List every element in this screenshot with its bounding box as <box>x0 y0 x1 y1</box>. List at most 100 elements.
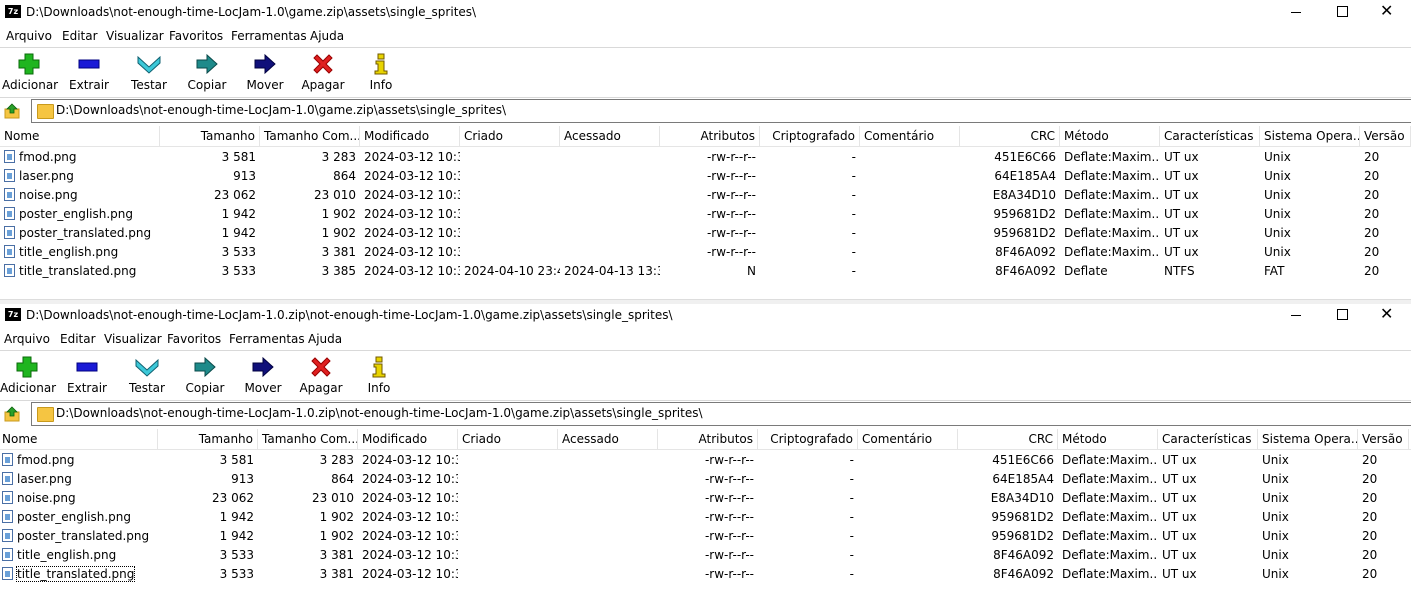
cell-characteristics: UT ux <box>1164 226 1199 240</box>
toolbar-adicionar-button[interactable]: Adicionar <box>0 351 56 399</box>
menu-favoritos[interactable]: Favoritos <box>169 29 223 43</box>
column-header-version[interactable]: Versão <box>1360 126 1411 146</box>
table-row[interactable]: laser.png 913 864 2024-03-12 10:39 -rw-r--r-… <box>0 167 1411 186</box>
menu-favoritos[interactable]: Favoritos <box>167 332 221 346</box>
toolbar-info-button[interactable]: Info <box>350 351 408 399</box>
toolbar-adicionar-button[interactable]: Adicionar <box>0 48 58 96</box>
table-row[interactable]: poster_translated.png 1 942 1 902 2024-03-1… <box>0 527 1411 546</box>
toolbar-extrair-button[interactable]: Extrair <box>58 351 116 399</box>
column-header-size[interactable]: Tamanho <box>158 429 258 449</box>
cell-method: Deflate:Maxim... <box>1062 567 1158 581</box>
column-header-packed[interactable]: Tamanho Com... <box>260 126 360 146</box>
column-header-comment[interactable]: Comentário <box>858 429 958 449</box>
table-row[interactable]: poster_translated.png 1 942 1 902 2024-03-1… <box>0 224 1411 243</box>
toolbar-testar-button[interactable]: Testar <box>118 351 176 399</box>
png-file-icon <box>2 548 13 561</box>
column-header-size[interactable]: Tamanho <box>160 126 260 146</box>
menu-ajuda[interactable]: Ajuda <box>308 332 342 346</box>
table-row[interactable]: noise.png 23 062 23 010 2024-03-12 10:39 -rw… <box>0 489 1411 508</box>
cell-characteristics: UT ux <box>1164 150 1199 164</box>
column-header-accessed[interactable]: Acessado <box>558 429 658 449</box>
toolbar-copiar-button[interactable]: Copiar <box>176 351 234 399</box>
toolbar-extrair-button[interactable]: Extrair <box>60 48 118 96</box>
table-row[interactable]: fmod.png 3 581 3 283 2024-03-12 10:39 -rw-r-… <box>0 148 1411 167</box>
toolbar-info-button[interactable]: Info <box>352 48 410 96</box>
column-header-characteristics[interactable]: Características <box>1160 126 1260 146</box>
column-header-modified[interactable]: Modificado <box>358 429 458 449</box>
menu-ferramentas[interactable]: Ferramentas <box>231 29 307 43</box>
minimize-button[interactable] <box>1273 0 1319 24</box>
menu-visualizar[interactable]: Visualizar <box>104 332 162 346</box>
toolbar-testar-button[interactable]: Testar <box>120 48 178 96</box>
column-header-host_os[interactable]: Sistema Opera... <box>1258 429 1358 449</box>
7zip-app-icon[interactable]: 7z <box>5 308 21 321</box>
address-input[interactable]: D:\Downloads\not-enough-time-LocJam-1.0.… <box>31 402 1411 426</box>
column-header-name[interactable]: Nome <box>0 429 158 449</box>
menu-editar[interactable]: Editar <box>60 332 96 346</box>
cell-modified: 2024-03-12 10:39 <box>362 491 458 505</box>
column-header-created[interactable]: Criado <box>460 126 560 146</box>
minimize-button[interactable] <box>1273 303 1319 327</box>
column-header-modified[interactable]: Modificado <box>360 126 460 146</box>
column-header-attributes[interactable]: Atributos <box>660 126 760 146</box>
folder-up-icon[interactable] <box>4 406 20 422</box>
table-row[interactable]: noise.png 23 062 23 010 2024-03-12 10:39 -rw… <box>0 186 1411 205</box>
cell-version: 20 <box>1362 491 1378 505</box>
column-header-method[interactable]: Método <box>1060 126 1160 146</box>
column-header-comment[interactable]: Comentário <box>860 126 960 146</box>
column-header-crc[interactable]: CRC <box>960 126 1060 146</box>
column-header-version[interactable]: Versão <box>1358 429 1409 449</box>
plus-icon <box>17 52 41 76</box>
cell-method: Deflate <box>1064 264 1108 278</box>
column-header-created[interactable]: Criado <box>458 429 558 449</box>
column-header-crc[interactable]: CRC <box>958 429 1058 449</box>
toolbar-mover-button[interactable]: Mover <box>234 351 292 399</box>
table-row[interactable]: poster_english.png 1 942 1 902 2024-03-12 1… <box>0 205 1411 224</box>
column-header-name[interactable]: Nome <box>0 126 160 146</box>
column-header-accessed[interactable]: Acessado <box>560 126 660 146</box>
column-header-method[interactable]: Método <box>1058 429 1158 449</box>
cell-attributes: -rw-r--r-- <box>704 453 754 467</box>
cell-name: noise.png <box>0 186 160 205</box>
toolbar-mover-button[interactable]: Mover <box>236 48 294 96</box>
cell-created <box>460 167 560 186</box>
cell-crc: 8F46A092 <box>993 548 1054 562</box>
column-header-characteristics[interactable]: Características <box>1158 429 1258 449</box>
menu-ajuda[interactable]: Ajuda <box>310 29 344 43</box>
table-row[interactable]: fmod.png 3 581 3 283 2024-03-12 10:39 -rw-r-… <box>0 451 1411 470</box>
title-bar[interactable]: 7z D:\Downloads\not-enough-time-LocJam-1… <box>0 0 1411 24</box>
close-button[interactable]: ✕ <box>1365 303 1411 327</box>
toolbar-apagar-button[interactable]: Apagar <box>294 48 352 96</box>
cell-method: Deflate:Maxim... <box>1064 207 1160 221</box>
menu-arquivo[interactable]: Arquivo <box>6 29 52 43</box>
cell-size: 1 942 <box>219 529 254 543</box>
column-header-encrypted[interactable]: Criptografado <box>758 429 858 449</box>
menu-editar[interactable]: Editar <box>62 29 98 43</box>
column-header-attributes[interactable]: Atributos <box>658 429 758 449</box>
close-button[interactable]: ✕ <box>1365 0 1411 24</box>
cell-size: 3 581 <box>221 150 256 164</box>
toolbar-divider <box>0 400 1411 401</box>
address-input[interactable]: D:\Downloads\not-enough-time-LocJam-1.0\… <box>31 99 1411 123</box>
table-row[interactable]: laser.png 913 864 2024-03-12 10:39 -rw-r--r-… <box>0 470 1411 489</box>
table-row[interactable]: poster_english.png 1 942 1 902 2024-03-12 1… <box>0 508 1411 527</box>
menu-ferramentas[interactable]: Ferramentas <box>229 332 305 346</box>
column-header-encrypted[interactable]: Criptografado <box>760 126 860 146</box>
maximize-button[interactable] <box>1319 0 1365 24</box>
column-header-packed[interactable]: Tamanho Com... <box>258 429 358 449</box>
cell-size: 3 533 <box>221 245 256 259</box>
menu-visualizar[interactable]: Visualizar <box>106 29 164 43</box>
7zip-app-icon[interactable]: 7z <box>5 5 21 18</box>
title-bar[interactable]: 7z D:\Downloads\not-enough-time-LocJam-1… <box>0 303 1411 327</box>
menu-arquivo[interactable]: Arquivo <box>4 332 50 346</box>
table-row[interactable]: title_english.png 3 533 3 381 2024-03-12 10… <box>0 243 1411 262</box>
file-name: noise.png <box>19 188 78 202</box>
column-header-host_os[interactable]: Sistema Opera... <box>1260 126 1360 146</box>
maximize-button[interactable] <box>1319 303 1365 327</box>
toolbar-apagar-button[interactable]: Apagar <box>292 351 350 399</box>
table-row[interactable]: title_english.png 3 533 3 381 2024-03-12 10… <box>0 546 1411 565</box>
folder-up-icon[interactable] <box>4 103 20 119</box>
toolbar-copiar-button[interactable]: Copiar <box>178 48 236 96</box>
table-row[interactable]: title_translated.png 3 533 3 385 2024-03-12… <box>0 262 1411 281</box>
table-row[interactable]: title_translated.png 3 533 3 381 2024-03-12… <box>0 565 1411 584</box>
